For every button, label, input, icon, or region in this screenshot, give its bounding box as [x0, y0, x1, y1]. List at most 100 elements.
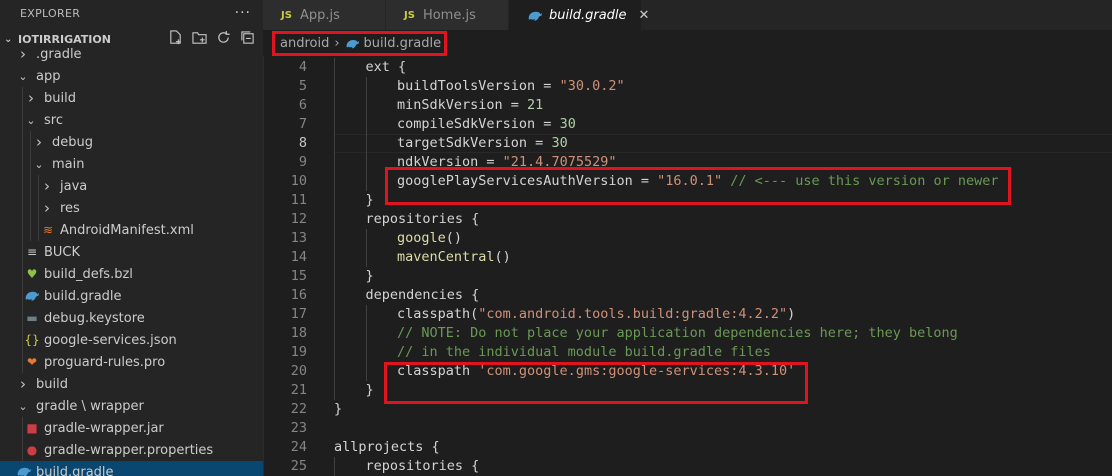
code-editor[interactable]: 4 ext {5 buildToolsVersion = "30.0.2" 6 minS…	[263, 56, 1112, 476]
line-number: 23	[290, 420, 307, 436]
code-text: // NOTE: Do not place your application d…	[397, 324, 958, 343]
chevron-down-icon[interactable]: ⌄	[24, 114, 38, 127]
line-number: 13	[290, 230, 307, 246]
tree-file[interactable]: ● gradle-wrapper.properties	[0, 439, 263, 461]
tree-folder[interactable]: ⌄ main	[0, 153, 263, 175]
indent-guide	[365, 77, 367, 96]
indent-guide	[22, 417, 23, 439]
line-number: 17	[290, 306, 307, 322]
chevron-right-icon[interactable]: ›	[40, 177, 54, 195]
tree-folder[interactable]: › build	[0, 373, 263, 395]
tree-folder[interactable]: › .gradle	[0, 43, 263, 65]
tree-item-label: build	[36, 376, 68, 392]
code-line: 17 classpath("com.android.tools.build:gra…	[263, 305, 1112, 324]
chevron-down-icon[interactable]: ⌄	[16, 400, 30, 413]
code-line: 12 repositories {	[263, 210, 1112, 229]
code-token: targetSdkVersion =	[397, 135, 552, 151]
code-text: // in the individual module build.gradle…	[397, 343, 771, 362]
tree-folder[interactable]: › build	[0, 87, 263, 109]
code-line: 25 repositories {	[263, 457, 1112, 476]
code-text: compileSdkVersion = 30	[397, 115, 576, 134]
indent-guide	[365, 153, 367, 172]
tab-label: Home.js	[422, 7, 476, 23]
indent-guide	[30, 131, 31, 153]
code-text: }	[366, 267, 374, 286]
tree-file[interactable]: {} google-services.json	[0, 329, 263, 351]
tab-app-js[interactable]: JS App.js	[263, 0, 386, 30]
tab-home-js[interactable]: JS Home.js	[386, 0, 509, 30]
code-token: classpath(	[397, 306, 479, 322]
line-number: 18	[290, 325, 307, 341]
tab-build-gradle[interactable]: build.gradle ✕	[509, 0, 649, 30]
more-actions-icon[interactable]: ···	[235, 5, 251, 21]
close-icon[interactable]: ✕	[639, 8, 650, 23]
code-line: 24 allprojects {	[263, 438, 1112, 457]
chevron-right-icon[interactable]: ›	[32, 133, 46, 151]
line-number: 11	[290, 192, 307, 208]
tree-file[interactable]: build.gradle	[0, 285, 263, 307]
indent-guide	[22, 439, 23, 461]
tree-file[interactable]: ♥ build_defs.bzl	[0, 263, 263, 285]
indent-guide	[22, 197, 23, 219]
code-token: minSdkVersion =	[397, 97, 528, 113]
chevron-right-icon[interactable]: ›	[40, 199, 54, 217]
tree-file[interactable]: build.gradle	[0, 461, 263, 476]
tree-file[interactable]: ■ gradle-wrapper.jar	[0, 417, 263, 439]
tree-item-label: java	[60, 178, 88, 194]
code-text: mavenCentral()	[397, 248, 511, 267]
line-number: 25	[290, 458, 307, 474]
jar-file-icon: ■	[26, 421, 38, 435]
code-token: dependencies {	[365, 287, 480, 303]
code-token: }	[365, 382, 374, 398]
code-token: // in the individual module build.gradle…	[397, 344, 771, 360]
chevron-down-icon[interactable]: ⌄	[32, 158, 46, 171]
tree-folder[interactable]: › java	[0, 175, 263, 197]
code-token: ()	[445, 230, 463, 246]
indent-guide	[30, 175, 31, 197]
file-tree: › .gradle ⌄ app › build ⌄ src › debug ⌄ main › java › r…	[0, 43, 263, 476]
tree-file[interactable]: ≋ AndroidManifest.xml	[0, 219, 263, 241]
tree-item-label: .gradle	[36, 46, 82, 62]
tree-item-label: debug	[52, 134, 93, 150]
chevron-right-icon[interactable]: ›	[16, 375, 30, 393]
indent-guide	[334, 362, 335, 381]
code-line: 5 buildToolsVersion = "30.0.2"	[263, 77, 1112, 96]
indent-guide	[22, 241, 23, 263]
chevron-down-icon[interactable]: ⌄	[16, 70, 30, 83]
code-line: 4 ext {	[263, 58, 1112, 77]
tree-file[interactable]: ≡ BUCK	[0, 241, 263, 263]
indent-guide	[22, 329, 23, 351]
code-text: ext {	[366, 58, 407, 77]
code-token: allprojects {	[334, 439, 440, 455]
js-file-icon: JS	[281, 9, 292, 21]
xml-file-icon: ≋	[42, 223, 54, 237]
indent-guide	[22, 87, 23, 109]
tree-item-label: AndroidManifest.xml	[60, 222, 194, 238]
code-token: mavenCentral	[397, 249, 495, 265]
indent-guide	[365, 172, 367, 191]
explorer-header: EXPLORER ···	[0, 0, 263, 26]
chevron-right-icon[interactable]: ›	[16, 45, 30, 63]
indent-guide	[334, 210, 335, 229]
tree-folder[interactable]: ⌄ app	[0, 65, 263, 87]
tree-folder[interactable]: › debug	[0, 131, 263, 153]
tree-file[interactable]: ❤ proguard-rules.pro	[0, 351, 263, 373]
tree-folder[interactable]: ⌄ gradle \ wrapper	[0, 395, 263, 417]
tree-folder[interactable]: › res	[0, 197, 263, 219]
indent-guide	[334, 457, 335, 476]
code-token: repositories {	[365, 211, 480, 227]
indent-guide	[334, 381, 335, 400]
indent-guide	[22, 285, 23, 307]
indent-guide	[334, 58, 335, 77]
tree-item-label: build	[44, 90, 76, 106]
indent-guide	[38, 219, 39, 241]
tree-folder[interactable]: ⌄ src	[0, 109, 263, 131]
chevron-right-icon[interactable]: ›	[24, 89, 38, 107]
tree-item-label: main	[52, 156, 85, 172]
tree-item-label: build.gradle	[36, 464, 114, 476]
tree-item-label: build.gradle	[44, 288, 122, 304]
tree-file[interactable]: ▬ debug.keystore	[0, 307, 263, 329]
explorer-sidebar: EXPLORER ··· ⌄ IOTIRRIGATION › .gradle ⌄ ap…	[0, 0, 264, 476]
indent-guide	[334, 286, 335, 305]
indent-guide	[365, 324, 367, 343]
